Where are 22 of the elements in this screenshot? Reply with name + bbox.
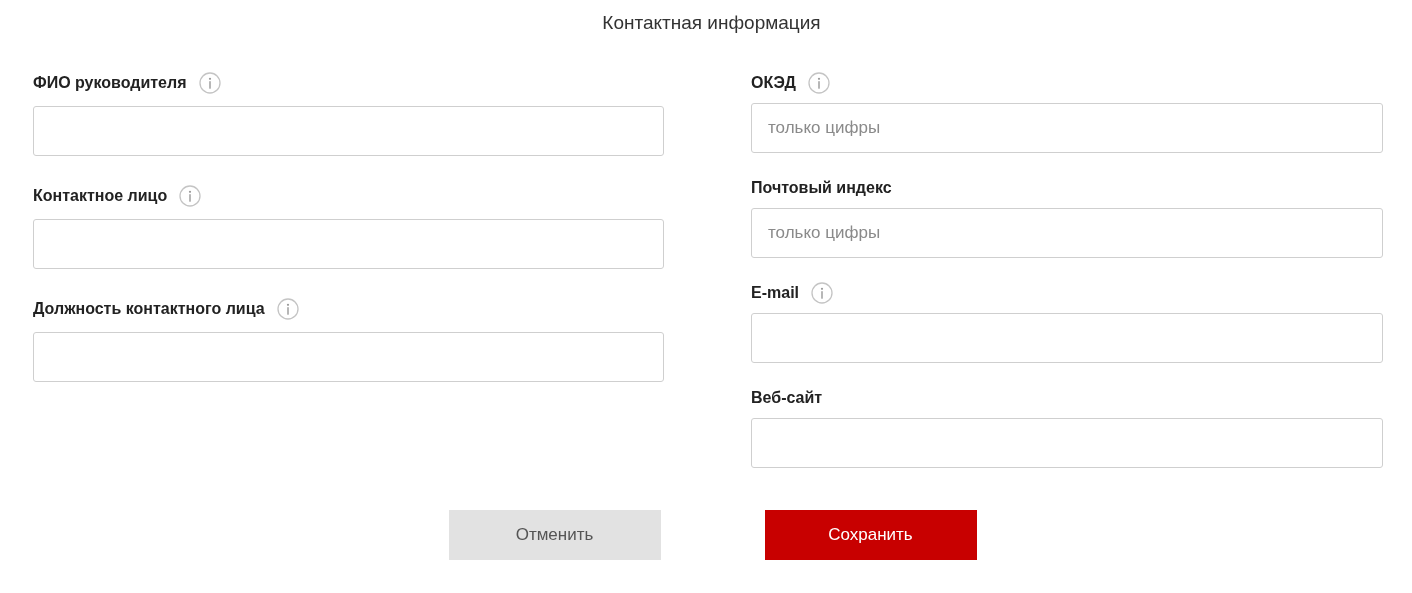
input-field[interactable] xyxy=(33,106,664,156)
input-field[interactable] xyxy=(33,332,664,382)
save-button[interactable]: Сохранить xyxy=(764,510,977,560)
field-label: Веб-сайт xyxy=(751,389,823,407)
cancel-button[interactable]: Отменить xyxy=(448,510,661,560)
input-field[interactable] xyxy=(751,418,1383,468)
info-icon[interactable] xyxy=(276,298,299,320)
info-icon[interactable] xyxy=(198,72,221,94)
field-label: Контактное лицо xyxy=(33,187,168,205)
field-label: E-mail xyxy=(751,284,799,302)
field-label: Должность контактного лица xyxy=(33,300,265,318)
field-label: Почтовый индекс xyxy=(751,179,892,197)
input-field[interactable]: только цифры xyxy=(751,208,1383,258)
field-label: ОКЭД xyxy=(751,74,796,92)
info-icon[interactable] xyxy=(811,282,833,304)
input-field[interactable]: только цифры xyxy=(751,103,1383,153)
input-field[interactable] xyxy=(751,313,1383,363)
section-title: Контактная информация xyxy=(601,12,822,34)
info-icon[interactable] xyxy=(807,72,830,94)
input-field[interactable] xyxy=(33,219,664,269)
field-label: ФИО руководителя xyxy=(33,74,187,92)
info-icon[interactable] xyxy=(179,185,202,207)
